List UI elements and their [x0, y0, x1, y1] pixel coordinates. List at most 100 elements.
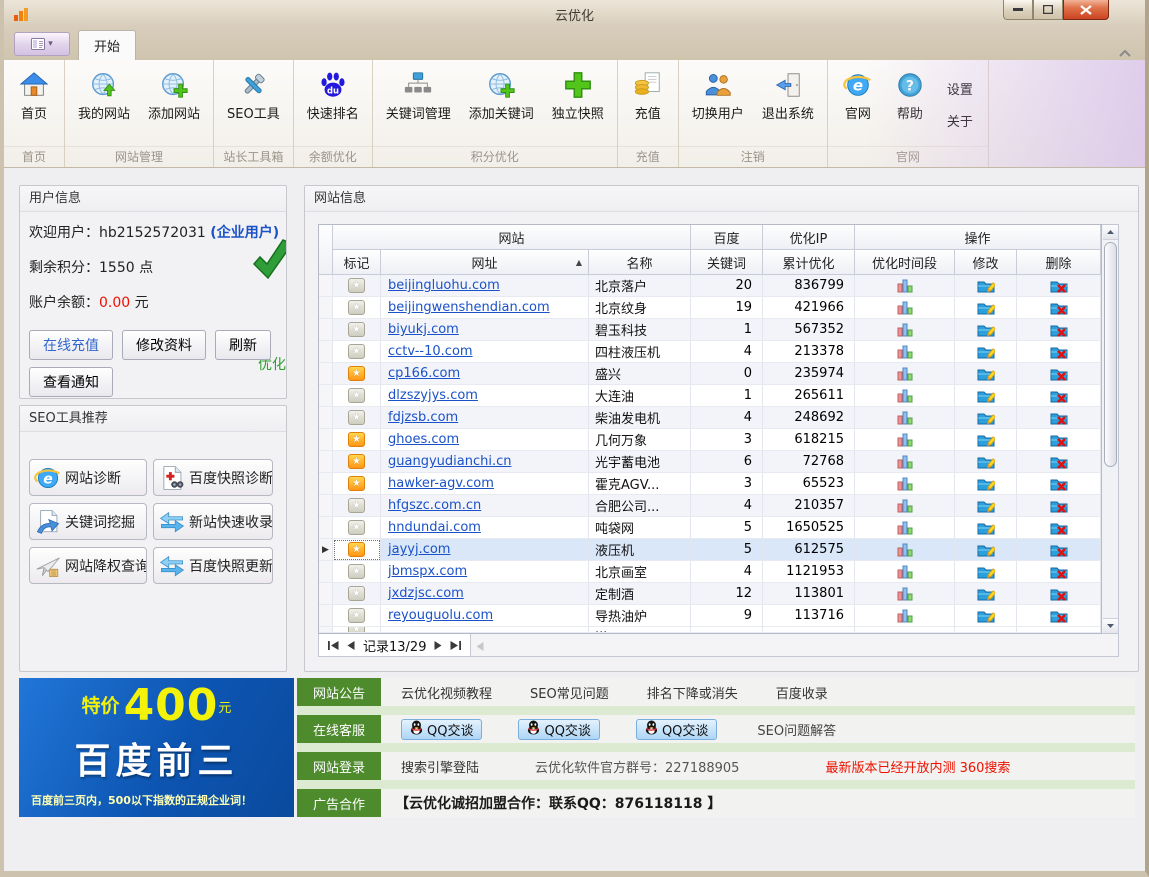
header-edit[interactable]: 修改 [955, 250, 1017, 275]
table-row[interactable]: ★guangyudianchi.cn光宇蓄电池672768 [319, 451, 1101, 473]
star-icon[interactable]: ★ [348, 542, 365, 557]
seo-tool-button-5[interactable]: 百度快照更新 [153, 547, 273, 584]
ribbon-button-1-0[interactable]: 我的网站 [69, 63, 139, 146]
announce-link-3[interactable]: 百度收录 [776, 683, 828, 702]
announce-link-2[interactable]: 排名下降或消失 [647, 683, 738, 702]
bar-chart-icon[interactable] [897, 323, 913, 337]
bar-chart-icon[interactable] [897, 301, 913, 315]
delete-icon[interactable] [1050, 366, 1068, 382]
seo-tool-button-3[interactable]: 新站快速收录 [153, 503, 273, 540]
ribbon-button-7-1[interactable]: ?帮助 [884, 63, 936, 146]
site-url-link[interactable]: fdjzsb.com [388, 410, 458, 425]
star-icon[interactable]: ★ [348, 520, 365, 535]
ribbon-button-7-0[interactable]: e官网 [832, 63, 884, 146]
star-icon[interactable]: ★ [348, 564, 365, 579]
delete-icon[interactable] [1050, 586, 1068, 602]
table-row[interactable]: ★hfgszc.com.cn合肥公司...4210357 [319, 495, 1101, 517]
sort-asc-icon[interactable]: ▲ [576, 258, 582, 267]
row-mark-cell[interactable]: ★ [333, 561, 381, 583]
row-mark-cell[interactable]: ★ [333, 451, 381, 473]
table-row[interactable]: ★cp166.com盛兴0235974 [319, 363, 1101, 385]
bar-chart-icon[interactable] [897, 609, 913, 623]
delete-icon[interactable] [1050, 498, 1068, 514]
delete-icon[interactable] [1050, 542, 1068, 558]
row-mark-cell[interactable]: ★ [333, 429, 381, 451]
row-mark-cell[interactable]: ★ [333, 341, 381, 363]
edit-icon[interactable] [977, 454, 995, 470]
close-button[interactable] [1063, 0, 1109, 20]
edit-icon[interactable] [977, 608, 995, 624]
header-mark[interactable]: 标记 [333, 250, 381, 275]
site-url-link[interactable]: jbmspx.com [388, 564, 467, 579]
star-icon[interactable]: ★ [348, 278, 365, 293]
row-mark-cell[interactable]: ★ [333, 583, 381, 605]
table-row[interactable]: ★fdjzsb.com柴油发电机4248692 [319, 407, 1101, 429]
edit-icon[interactable] [977, 432, 995, 448]
star-icon[interactable]: ★ [348, 388, 365, 403]
header-delete[interactable]: 删除 [1017, 250, 1101, 275]
delete-icon[interactable] [1050, 410, 1068, 426]
row-mark-cell[interactable]: ★ [333, 517, 381, 539]
star-icon[interactable]: ★ [348, 608, 365, 623]
seo-tool-button-2[interactable]: 关键词挖掘 [29, 503, 147, 540]
edit-icon[interactable] [977, 498, 995, 514]
row-mark-cell[interactable]: ★ [333, 407, 381, 429]
tab-start[interactable]: 开始 [78, 30, 136, 60]
table-row[interactable]: ★beijingluohu.com北京落户20836799 [319, 275, 1101, 297]
star-icon[interactable]: ★ [348, 586, 365, 601]
delete-icon[interactable] [1050, 564, 1068, 580]
star-icon[interactable]: ★ [348, 410, 365, 425]
bar-chart-icon[interactable] [897, 477, 913, 491]
seo-tool-button-0[interactable]: e网站诊断 [29, 459, 147, 496]
site-url-link[interactable]: hndundai.com [388, 520, 481, 535]
online-recharge-button[interactable]: 在线充值 [29, 330, 113, 360]
table-row[interactable]: ★hawker-agv.com霍克AGV...365523 [319, 473, 1101, 495]
search-engine-login-link[interactable]: 搜索引擎登陆 [401, 757, 479, 776]
qq-chat-button-0[interactable]: QQ交谈 [401, 719, 482, 740]
seo-tool-button-4[interactable]: 网站降权查询 [29, 547, 147, 584]
site-url-link[interactable]: beijingluohu.com [388, 278, 500, 293]
bar-chart-icon[interactable] [897, 345, 913, 359]
pager-scroll-left-icon[interactable] [476, 636, 484, 655]
site-url-link[interactable]: reyouguolu.com [388, 608, 493, 623]
row-mark-cell[interactable]: ★ [333, 473, 381, 495]
site-url-link[interactable]: cctv--10.com [388, 344, 473, 359]
table-row[interactable]: ★beijingwenshendian.com北京纹身19421966 [319, 297, 1101, 319]
site-url-link[interactable]: hawker-agv.com [388, 476, 494, 491]
header-group-site[interactable]: 网站 [333, 225, 691, 250]
row-mark-cell[interactable]: ★ [333, 605, 381, 627]
ribbon-button-4-1[interactable]: 添加关键词 [460, 63, 543, 146]
star-icon[interactable]: ★ [348, 322, 365, 337]
delete-icon[interactable] [1050, 322, 1068, 338]
bar-chart-icon[interactable] [897, 433, 913, 447]
table-row[interactable]: ★jbmspx.com北京画室41121953 [319, 561, 1101, 583]
bar-chart-icon[interactable] [897, 411, 913, 425]
header-group-ip[interactable]: 优化IP [763, 225, 855, 250]
seo-tool-button-1[interactable]: 百度快照诊断 [153, 459, 273, 496]
ribbon-small-button-0[interactable]: 设置 [947, 79, 973, 98]
edit-icon[interactable] [977, 278, 995, 294]
ribbon-button-4-0[interactable]: 关键词管理 [377, 63, 460, 146]
star-icon[interactable]: ★ [348, 454, 365, 469]
pager-first-button[interactable] [328, 641, 339, 650]
row-mark-cell[interactable]: ★ [333, 385, 381, 407]
delete-icon[interactable] [1050, 476, 1068, 492]
scrollbar-thumb[interactable] [1104, 242, 1117, 467]
site-url-link[interactable]: cp166.com [388, 366, 460, 381]
site-url-link[interactable]: ghoes.com [388, 432, 459, 447]
bar-chart-icon[interactable] [897, 455, 913, 469]
edit-icon[interactable] [977, 564, 995, 580]
header-keywords[interactable]: 关键词 [691, 250, 763, 275]
ribbon-collapse-icon[interactable] [1119, 42, 1131, 61]
site-url-link[interactable]: guangyudianchi.cn [388, 454, 511, 469]
star-icon[interactable]: ★ [348, 366, 365, 381]
bar-chart-icon[interactable] [897, 389, 913, 403]
delete-icon[interactable] [1050, 300, 1068, 316]
edit-icon[interactable] [977, 344, 995, 360]
ribbon-button-4-2[interactable]: 独立快照 [543, 63, 613, 146]
pager-next-button[interactable] [434, 641, 442, 650]
star-icon[interactable]: ★ [348, 300, 365, 315]
announce-link-0[interactable]: 云优化视频教程 [401, 683, 492, 702]
header-group-actions[interactable]: 操作 [855, 225, 1101, 250]
ribbon-button-2-0[interactable]: SEO工具 [218, 63, 289, 146]
